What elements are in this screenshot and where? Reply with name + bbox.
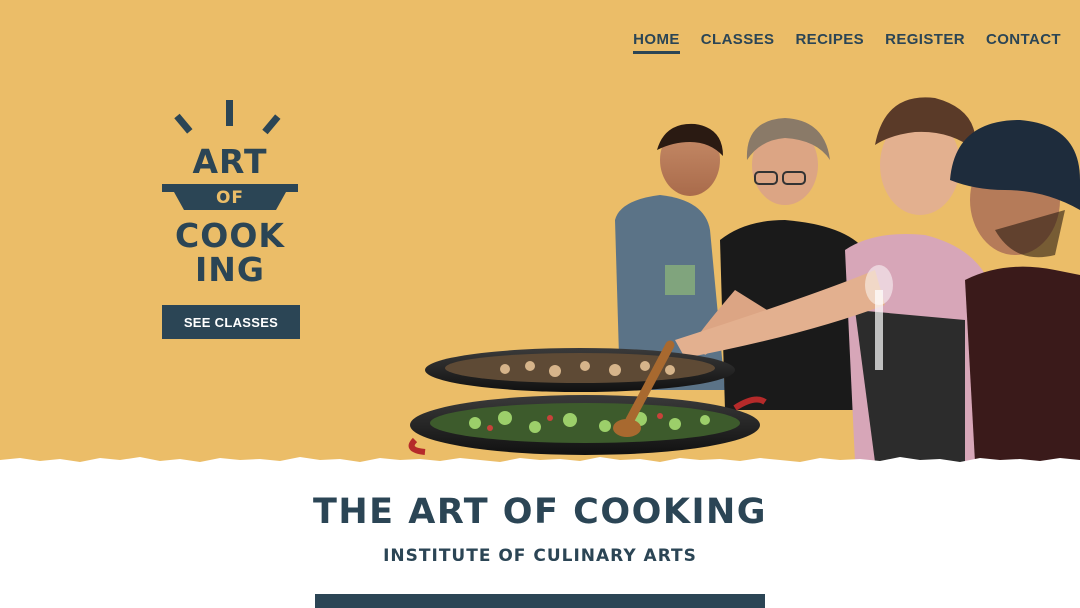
nav-register-link[interactable]: REGISTER	[885, 31, 965, 54]
page-subtitle: INSTITUTE OF CULINARY ARTS	[383, 546, 697, 566]
nav-classes-link[interactable]: CLASSES	[701, 31, 775, 54]
hero-section: HOME CLASSES RECIPES REGISTER CONTACT AR…	[0, 0, 1080, 462]
logo-steam-right-icon	[262, 114, 281, 135]
pan-back	[425, 348, 735, 392]
logo-line-ing: ING	[195, 250, 265, 289]
logo-steam-left-icon	[174, 113, 193, 134]
logo-steam-center-icon	[226, 100, 233, 126]
page-title: THE ART OF COOKING	[313, 492, 767, 532]
logo-line-art: ART	[192, 142, 268, 181]
main-navigation: HOME CLASSES RECIPES REGISTER CONTACT	[633, 31, 1061, 54]
logo-line-of: OF	[215, 188, 245, 208]
pan-front	[408, 395, 767, 455]
art-of-cooking-logo[interactable]: ART OF COOK ING	[160, 98, 300, 289]
see-classes-button[interactable]: SEE CLASSES	[162, 305, 300, 339]
content-banner-bar	[315, 594, 765, 608]
page: HOME CLASSES RECIPES REGISTER CONTACT AR…	[0, 0, 1080, 608]
nav-contact-link[interactable]: CONTACT	[986, 31, 1061, 54]
cooking-class-photo	[408, 97, 1080, 462]
torn-paper-edge	[0, 457, 1080, 462]
nav-recipes-link[interactable]: RECIPES	[795, 31, 864, 54]
content-section: THE ART OF COOKING INSTITUTE OF CULINARY…	[0, 462, 1080, 608]
nav-home-link[interactable]: HOME	[633, 31, 680, 54]
